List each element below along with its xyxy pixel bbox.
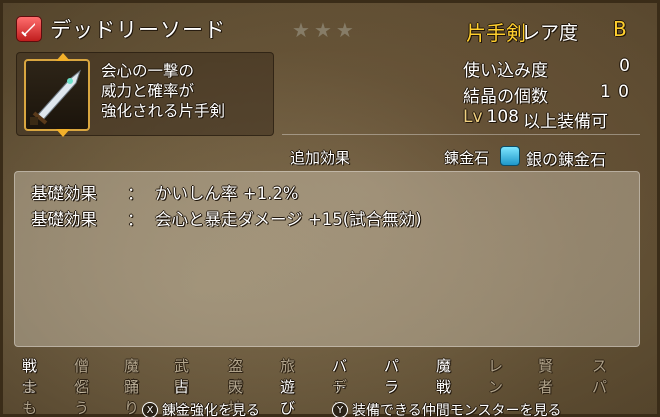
description-line: 会心の一撃の [101,62,195,80]
item-description: 会心の一撃の 威力と確率が 強化される片手剣 [101,61,225,121]
star-rating: ★ ★ ★ [292,18,354,42]
star-icon: ★ [292,18,310,42]
title-bar: デッドリーソード [10,12,280,46]
item-name: デッドリーソード [50,18,226,42]
star-icon: ★ [335,18,354,42]
description-line: 威力と確率が [101,82,195,100]
x-button-icon: X [142,402,158,417]
effect-text: 会心と暴走ダメージ +15(試合無効) [155,210,422,229]
sword-category-icon [16,16,42,42]
divider [282,134,640,135]
item-card: 会心の一撃の 威力と確率が 強化される片手剣 [16,52,274,137]
stone-name: 銀の錬金石 [526,150,607,169]
arrow-up-icon[interactable] [56,53,70,61]
job-r2-0: まも [22,378,38,417]
monster-view-text: 装備できる仲間モンスターを見る [352,403,562,417]
lv-suffix: 以上装備可 [523,112,608,132]
alchemy-stone-icon [500,146,520,166]
alchemy-view-text: 錬金強化を見る [162,403,260,417]
usage-value: 0 [619,56,630,76]
job-8: 魔戦 [436,357,452,396]
dagger-icon [30,69,82,125]
monster-view-hint[interactable]: Y 装備できる仲間モンスターを見る [332,400,561,417]
alchemy-view-hint[interactable]: X 錬金強化を見る [142,400,260,417]
job-9: レン [488,357,504,396]
extra-effects-heading: 追加効果 [290,149,351,167]
effect-row: 基礎効果 ： 会心と暴走ダメージ +15(試合無効) [31,206,422,230]
effect-separator: ： [127,184,144,203]
usage-label: 使い込み度 [463,61,548,81]
y-button-icon: Y [332,402,348,417]
effect-separator: ： [127,210,144,229]
stone-label: 錬金石 [444,149,490,167]
effect-row: 基礎効果 ： かいしん率 +1.2% [31,180,299,204]
crystal-value: 1 0 [599,82,630,102]
job-10: 賢者 [538,357,554,396]
effect-label: 基礎効果 [31,184,97,203]
job-7: パラ [384,357,400,396]
lv-prefix: Lv [463,107,483,127]
arrow-down-icon[interactable] [56,129,70,137]
rarity-label: レア度 [521,22,579,44]
rarity-value: B [613,17,627,41]
effects-panel: 基礎効果 ： かいしん率 +1.2% 基礎効果 ： 会心と暴走ダメージ +15(… [14,171,640,347]
star-icon: ★ [313,18,332,42]
effect-label: 基礎効果 [31,210,97,229]
weapon-type: 片手剣 [466,21,526,45]
crystal-label: 結晶の個数 [463,87,548,107]
lv-value: 108 [486,107,519,127]
description-line: 強化される片手剣 [101,102,226,120]
job-r2-5: 遊び [280,378,296,417]
job-r2-1: どう [74,378,90,417]
item-icon-slot[interactable] [24,53,90,137]
job-11: スパ [592,357,608,396]
job-r2-2: 踊り [124,378,140,417]
effect-text: かいしん率 +1.2% [155,184,299,203]
level-requirement: Lv 108 以上装備可 [463,107,608,132]
